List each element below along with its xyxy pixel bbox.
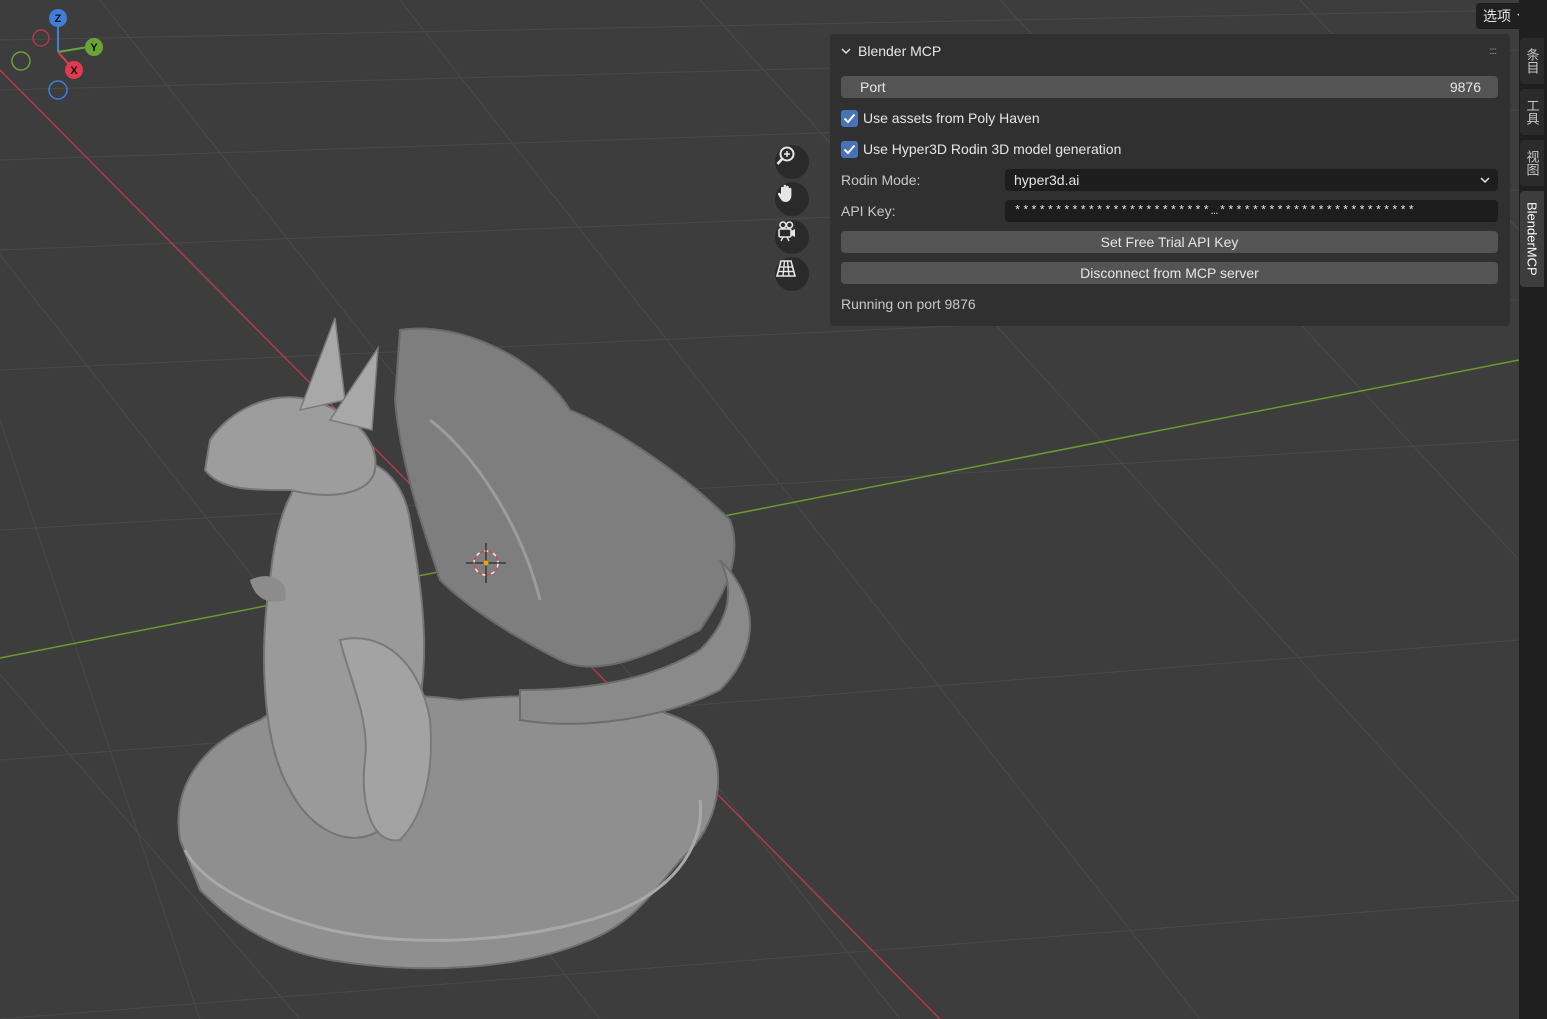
gizmo-y-label: Y <box>90 42 98 54</box>
gizmo-neg-y[interactable] <box>11 51 31 71</box>
tab-blendermcp[interactable]: BlenderMCP <box>1520 191 1544 287</box>
rodin-mode-label: Rodin Mode: <box>841 172 921 188</box>
zoom-icon <box>776 146 795 165</box>
drag-handle-icon[interactable]: :::: <box>1489 46 1497 57</box>
panel-header[interactable]: Blender MCP <box>840 40 941 62</box>
gizmo-x-label: X <box>70 65 78 77</box>
tab-view-label: 视图 <box>1524 150 1540 176</box>
camera-icon <box>778 221 795 242</box>
rodin-mode-value: hyper3d.ai <box>1014 172 1080 188</box>
chevron-down-icon <box>1480 177 1490 184</box>
tab-blendermcp-label: BlenderMCP <box>1524 202 1540 276</box>
port-label: Port <box>860 79 886 95</box>
sidebar-tabs: 条目 工具 视图 BlenderMCP <box>1519 0 1547 1019</box>
gizmo-z-label: Z <box>55 13 62 25</box>
set-free-trial-api-key-button[interactable]: Set Free Trial API Key <box>841 231 1498 253</box>
perspective-toggle-button[interactable] <box>775 257 809 291</box>
blender-mcp-panel: Blender MCP :::: Port 9876 Use assets fr… <box>830 34 1510 326</box>
grid-perspective-icon <box>775 260 797 277</box>
dragon-model[interactable] <box>177 317 751 970</box>
hyper3d-option[interactable]: Use Hyper3D Rodin 3D model generation <box>841 139 1121 159</box>
port-field[interactable]: Port 9876 <box>841 76 1498 98</box>
checkmark-icon <box>843 113 856 123</box>
navigation-gizmo[interactable]: Z Y X <box>0 0 120 110</box>
hyper3d-checkbox[interactable] <box>841 140 858 158</box>
server-status: Running on port 9876 <box>841 296 976 312</box>
hand-pan-icon <box>777 184 792 202</box>
tab-item-label: 条目 <box>1524 48 1540 74</box>
tab-view[interactable]: 视图 <box>1520 140 1544 186</box>
gizmo-neg-z[interactable] <box>48 80 68 100</box>
tab-tool-label: 工具 <box>1524 99 1540 125</box>
api-key-field[interactable]: ************************…***************… <box>1005 200 1498 222</box>
panel-title: Blender MCP <box>858 43 942 59</box>
hyper3d-label: Use Hyper3D Rodin 3D model generation <box>863 141 1122 157</box>
poly-haven-option[interactable]: Use assets from Poly Haven <box>841 108 1040 128</box>
api-key-label: API Key: <box>841 203 896 219</box>
zoom-button[interactable] <box>775 145 809 179</box>
disconnect-button[interactable]: Disconnect from MCP server <box>841 262 1498 284</box>
camera-view-button[interactable] <box>775 220 809 254</box>
pan-button[interactable] <box>775 182 809 216</box>
rodin-mode-select[interactable]: hyper3d.ai <box>1005 169 1498 191</box>
collapse-chevron-icon[interactable] <box>840 46 852 56</box>
options-label: 选项 <box>1483 8 1511 24</box>
y-axis-line <box>0 359 1519 659</box>
port-value: 9876 <box>1449 79 1481 95</box>
poly-haven-label: Use assets from Poly Haven <box>863 110 1040 126</box>
gizmo-neg-x[interactable] <box>32 29 50 47</box>
poly-haven-checkbox[interactable] <box>841 109 858 127</box>
api-key-value: ************************…***************… <box>1014 204 1416 218</box>
checkmark-icon <box>843 144 856 154</box>
tab-item[interactable]: 条目 <box>1520 38 1544 84</box>
tab-tool[interactable]: 工具 <box>1520 89 1544 135</box>
